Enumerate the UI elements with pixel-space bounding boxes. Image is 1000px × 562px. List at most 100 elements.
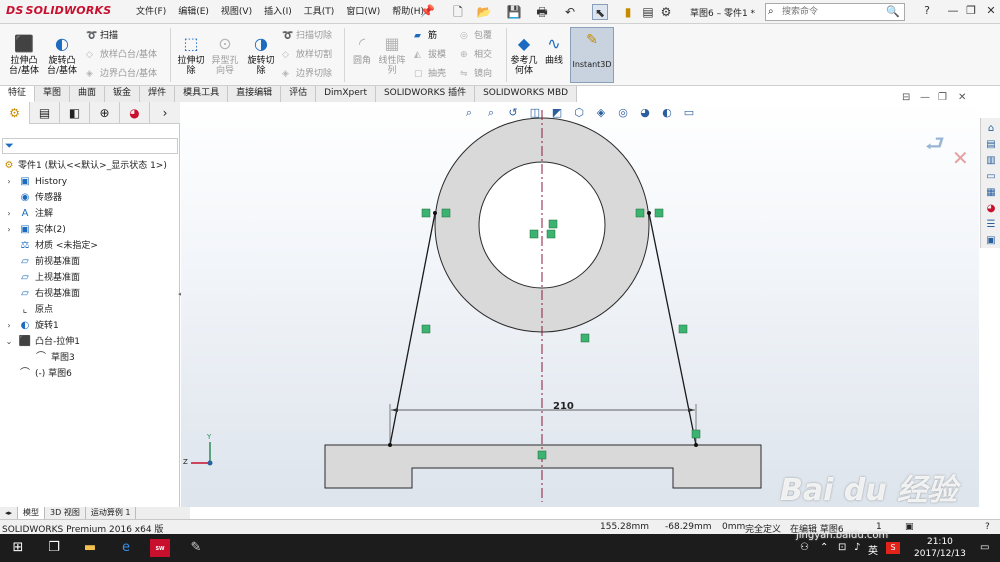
traffic-light-icon[interactable]: ▮ bbox=[620, 4, 636, 20]
file-explorer-icon[interactable]: ▭ bbox=[984, 170, 998, 184]
menu-tools[interactable]: 工具(T) bbox=[298, 5, 341, 21]
status-help-icon[interactable]: ? bbox=[985, 522, 990, 532]
tree-item-material[interactable]: ⚖ 材质 <未指定> bbox=[0, 238, 180, 254]
rib-button[interactable]: ▰ 筋 bbox=[414, 30, 437, 42]
feature-manager-tab-icon[interactable]: ⚙ bbox=[0, 102, 30, 124]
tab-scroll-icon[interactable]: ◂▸ bbox=[0, 507, 19, 519]
tangent-relation-icon[interactable] bbox=[421, 208, 431, 218]
expand-arrow-icon[interactable]: › bbox=[4, 318, 14, 334]
print-icon[interactable]: 🖶 bbox=[534, 4, 550, 20]
home-icon[interactable]: ⌂ bbox=[984, 122, 998, 136]
close-button[interactable]: ✕ bbox=[982, 3, 1000, 19]
tree-item-annotations[interactable]: › A 注解 bbox=[0, 206, 180, 222]
sweep-cut-button[interactable]: ➰ 扫描切除 bbox=[282, 30, 332, 42]
extrude-boss-button[interactable]: ⬛ 拉伸凸 台/基体 bbox=[6, 34, 42, 76]
midpoint-relation-icon[interactable] bbox=[537, 450, 547, 460]
viewport-minimize-icon[interactable]: — bbox=[920, 92, 930, 103]
cancel-sketch-icon[interactable]: ✕ bbox=[952, 146, 969, 170]
menu-view[interactable]: 视图(V) bbox=[215, 5, 258, 21]
pin-icon[interactable]: 📌 bbox=[420, 4, 435, 20]
sketch-endpoint[interactable] bbox=[647, 211, 651, 215]
menu-edit[interactable]: 编辑(E) bbox=[172, 5, 215, 21]
extrude-cut-button[interactable]: ⬚ 拉伸切 除 bbox=[174, 34, 208, 76]
display-manager-tab-icon[interactable]: ◕ bbox=[120, 102, 150, 124]
edge-browser-icon[interactable]: e bbox=[116, 539, 136, 557]
boundary-boss-button[interactable]: ◈ 边界凸台/基体 bbox=[86, 68, 157, 80]
intersect-button[interactable]: ⊕ 相交 bbox=[460, 49, 492, 61]
help-question-icon[interactable]: ? bbox=[918, 3, 936, 19]
tangent-relation-icon[interactable] bbox=[421, 324, 431, 334]
menu-insert[interactable]: 插入(I) bbox=[258, 5, 298, 21]
open-file-icon[interactable]: 📂 bbox=[476, 4, 492, 20]
reference-geometry-button[interactable]: ◆ 参考几 何体 bbox=[508, 34, 540, 76]
input-method-icon[interactable]: S bbox=[886, 542, 900, 554]
volume-icon[interactable]: ♪ bbox=[854, 542, 860, 553]
tab-addins[interactable]: SOLIDWORKS 插件 bbox=[375, 86, 476, 102]
search-box[interactable]: ⌕ 🔍 bbox=[765, 3, 905, 21]
file-explorer-icon[interactable]: ▬ bbox=[80, 539, 100, 557]
people-icon[interactable]: ⚇ bbox=[800, 542, 809, 553]
search-icon[interactable]: 🔍 bbox=[886, 5, 900, 18]
tray-expand-icon[interactable]: ⌃ bbox=[820, 542, 828, 553]
tab-evaluate[interactable]: 评估 bbox=[281, 86, 317, 102]
tangent-relation-icon[interactable] bbox=[678, 324, 688, 334]
vertical-relation-icon[interactable] bbox=[548, 219, 558, 229]
graphics-viewport[interactable]: ⌕ ⌕ ↺ ◫ ◩ ⬡ ◈ ◎ ◕ ◐ ▭ 210 Y Z bbox=[181, 102, 979, 507]
tree-item-solid-bodies[interactable]: › ▣ 实体(2) bbox=[0, 222, 180, 238]
custom-properties-icon[interactable]: ☰ bbox=[984, 218, 998, 232]
appearances-icon[interactable]: ◕ bbox=[984, 202, 998, 216]
sweep-button[interactable]: ➰ 扫描 bbox=[86, 30, 118, 42]
task-view-icon[interactable]: ❐ bbox=[44, 539, 64, 557]
windows-start-icon[interactable]: ⊞ bbox=[8, 539, 28, 557]
tab-surfaces[interactable]: 曲面 bbox=[70, 86, 106, 102]
confirm-exit-sketch-icon[interactable]: ⮐ bbox=[925, 127, 945, 165]
tree-item-origin[interactable]: ⌞ 原点 bbox=[0, 302, 180, 318]
dimxpert-manager-tab-icon[interactable]: ⊕ bbox=[90, 102, 120, 124]
viewport-restore-icon[interactable]: ❐ bbox=[938, 92, 947, 103]
midpoint-relation-icon[interactable] bbox=[546, 229, 556, 239]
coincident-relation-icon[interactable] bbox=[635, 208, 645, 218]
undo-icon[interactable]: ↶ bbox=[562, 4, 578, 20]
tangent-relation-icon[interactable] bbox=[580, 333, 590, 343]
dimension-value[interactable]: 210 bbox=[553, 401, 574, 412]
tree-item-sketch6[interactable]: ⌒ (-) 草图6 bbox=[0, 366, 180, 382]
tab-features[interactable]: 特征 bbox=[0, 86, 36, 102]
tab-direct-editing[interactable]: 直接编辑 bbox=[228, 86, 282, 102]
solidworks-taskbar-icon[interactable]: SW 2016 bbox=[150, 539, 170, 557]
tree-item-right-plane[interactable]: ▱ 右视基准面 bbox=[0, 286, 180, 302]
view-palette-icon[interactable]: ▦ bbox=[984, 186, 998, 200]
menu-window[interactable]: 窗口(W) bbox=[340, 5, 386, 21]
search-input[interactable] bbox=[766, 4, 884, 20]
sketch-endpoint[interactable] bbox=[388, 443, 392, 447]
instant3d-button[interactable]: ✎ Instant3D bbox=[570, 27, 614, 83]
expand-arrow-icon[interactable]: › bbox=[4, 222, 14, 238]
network-icon[interactable]: ⊡ bbox=[838, 542, 846, 553]
forum-icon[interactable]: ▣ bbox=[984, 234, 998, 248]
tree-item-boss-extrude1[interactable]: ⌄ ⬛ 凸台-拉伸1 bbox=[0, 334, 180, 350]
tab-sheet-metal[interactable]: 钣金 bbox=[105, 86, 141, 102]
shell-button[interactable]: ▢ 抽壳 bbox=[414, 68, 446, 80]
menu-file[interactable]: 文件(F) bbox=[130, 5, 172, 21]
coincident-relation-icon[interactable] bbox=[441, 208, 451, 218]
sketch-endpoint[interactable] bbox=[694, 443, 698, 447]
file-properties-icon[interactable]: ▤ bbox=[640, 4, 656, 20]
tab-model[interactable]: 模型 bbox=[18, 507, 46, 519]
tab-mbd[interactable]: SOLIDWORKS MBD bbox=[475, 86, 578, 102]
revolve-cut-button[interactable]: ◑ 旋转切 除 bbox=[244, 34, 278, 76]
notification-icon[interactable]: ▭ bbox=[980, 542, 989, 553]
tree-item-history[interactable]: › ▣ History bbox=[0, 174, 180, 190]
coincident-relation-icon[interactable] bbox=[529, 229, 539, 239]
select-arrow-icon[interactable]: ⬉ bbox=[592, 4, 608, 20]
tangent-relation-icon[interactable] bbox=[654, 208, 664, 218]
resources-icon[interactable]: ▤ bbox=[984, 138, 998, 152]
tab-mold-tools[interactable]: 模具工具 bbox=[175, 86, 229, 102]
tab-weldments[interactable]: 焊件 bbox=[140, 86, 176, 102]
tab-sketch[interactable]: 草图 bbox=[35, 86, 71, 102]
new-file-icon[interactable]: 🗋 bbox=[450, 4, 466, 20]
tab-motion-study[interactable]: 运动算例 1 bbox=[86, 507, 137, 519]
loft-boss-button[interactable]: ◇ 放样凸台/基体 bbox=[86, 49, 157, 61]
configuration-manager-tab-icon[interactable]: ◧ bbox=[60, 102, 90, 124]
paint-app-icon[interactable]: ✎ bbox=[186, 539, 206, 557]
taskbar-clock[interactable]: 21:10 2017/12/13 bbox=[914, 536, 966, 560]
linear-pattern-button[interactable]: ▦ 线性阵 列 bbox=[376, 34, 408, 76]
